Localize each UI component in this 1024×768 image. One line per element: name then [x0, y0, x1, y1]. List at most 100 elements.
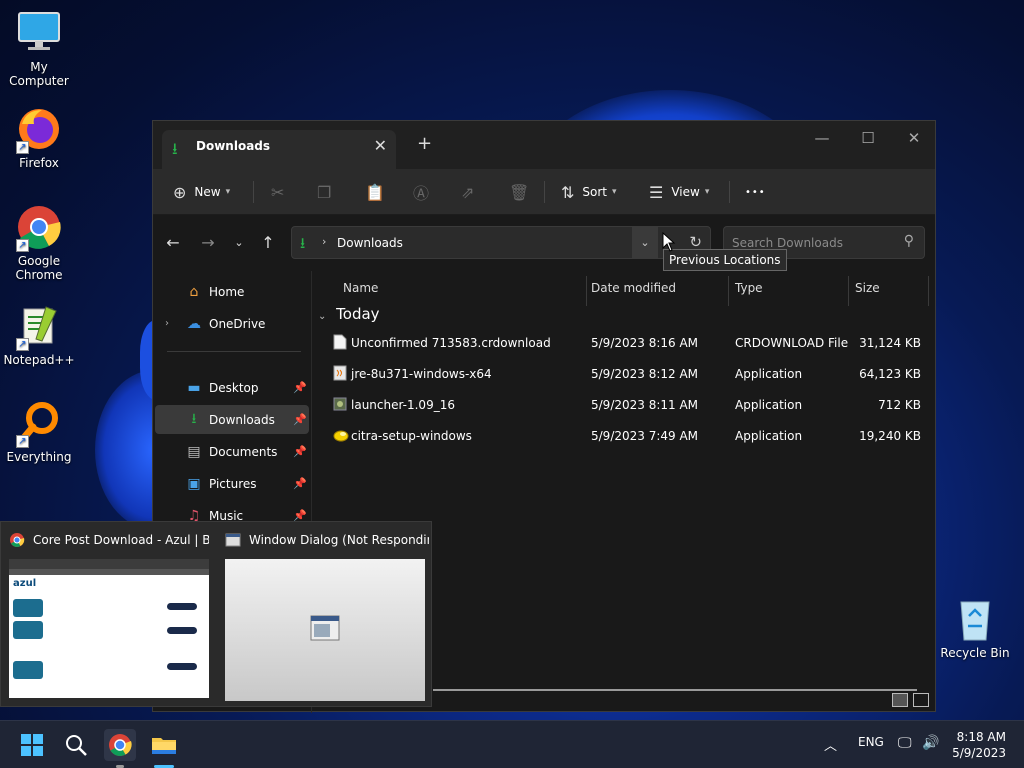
nav-label: Pictures [209, 476, 257, 491]
file-row[interactable]: Unconfirmed 713583.crdownload 5/9/2023 8… [313, 328, 935, 359]
download-arrow-icon: ⭳ [300, 234, 306, 252]
file-row[interactable]: jre-8u371-windows-x64 5/9/2023 8:12 AM A… [313, 359, 935, 390]
desktop-icon-notepadpp[interactable]: ↗ Notepad++ [0, 303, 78, 367]
desktop-icon-label: My Computer [9, 60, 69, 88]
collapse-chevron-icon: ⌄ [318, 311, 327, 322]
pin-icon[interactable]: 📌 [293, 413, 307, 426]
taskbar-chrome-button[interactable] [104, 729, 136, 761]
start-button[interactable] [16, 729, 48, 761]
chrome-window-thumbnail[interactable]: azul [9, 559, 209, 698]
chevron-down-icon: ▾ [225, 187, 231, 197]
new-label: New [194, 185, 221, 199]
network-icon[interactable]: 🖵 [898, 735, 912, 751]
file-date: 5/9/2023 8:11 AM [591, 398, 699, 412]
expand-chevron-icon[interactable]: › [165, 318, 179, 329]
delete-icon[interactable]: 🗑 [509, 179, 529, 205]
nav-item-desktop[interactable]: ▬ Desktop 📌 [155, 373, 309, 402]
file-name: Unconfirmed 713583.crdownload [351, 336, 551, 350]
shortcut-arrow-icon: ↗ [16, 239, 29, 252]
up-arrow-icon[interactable]: ↑ [258, 233, 278, 252]
sort-label: Sort [582, 185, 608, 199]
plus-circle-icon: ⊕ [173, 182, 187, 202]
nav-label: OneDrive [209, 316, 266, 331]
desktop-icon-recycle-bin[interactable]: Recycle Bin [940, 596, 1010, 660]
toolbar-divider [253, 181, 254, 203]
new-tab-button[interactable]: + [417, 133, 432, 154]
desktop-icon-chrome[interactable]: ↗ Google Chrome [0, 204, 78, 282]
column-header-type[interactable]: Type [729, 276, 849, 306]
details-view-icon[interactable] [892, 693, 908, 707]
nav-label: Home [209, 284, 245, 299]
taskbar-search-button[interactable] [60, 729, 92, 761]
nav-item-home[interactable]: ⌂ Home [155, 277, 309, 306]
documents-folder-icon: ▤ [187, 443, 201, 460]
rename-icon[interactable]: Ⓐ [413, 179, 429, 205]
horizontal-scrollbar[interactable] [433, 689, 917, 691]
breadcrumb-chevron-icon: › [322, 235, 327, 248]
column-header-name[interactable]: Name [337, 276, 587, 306]
close-tab-icon[interactable]: ✕ [374, 136, 387, 155]
view-lines-icon: ☰ [649, 182, 664, 202]
nav-item-pictures[interactable]: ▣ Pictures 📌 [155, 469, 309, 498]
everything-search-icon: ↗ [16, 400, 62, 448]
windows-logo-icon [21, 734, 43, 756]
new-button[interactable]: ⊕ New ▾ [173, 179, 230, 205]
toolbar-divider [729, 181, 730, 203]
file-row[interactable]: launcher-1.09_16 5/9/2023 8:11 AM Applic… [313, 390, 935, 421]
nav-item-downloads[interactable]: ⭳ Downloads 📌 [155, 405, 309, 434]
window-dialog-thumbnail[interactable] [225, 559, 425, 701]
system-clock[interactable]: 8:18 AM 5/9/2023 [952, 729, 1006, 761]
launcher-app-icon [333, 396, 347, 412]
sort-button[interactable]: ⇅ Sort ▾ [561, 179, 617, 205]
file-row[interactable]: citra-setup-windows 5/9/2023 7:49 AM App… [313, 421, 935, 452]
file-size: 31,124 KB [859, 336, 921, 350]
previous-locations-dropdown[interactable]: ⌄ [632, 227, 658, 258]
maximize-icon[interactable]: ☐ [853, 129, 883, 147]
shortcut-arrow-icon: ↗ [16, 141, 29, 154]
tab-title: Downloads [196, 139, 271, 153]
forward-arrow-icon[interactable]: → [198, 233, 218, 252]
pin-icon[interactable]: 📌 [293, 445, 307, 458]
file-type: Application [735, 367, 803, 381]
volume-icon[interactable]: 🔊 [922, 735, 939, 751]
column-header-date[interactable]: Date modified [585, 276, 729, 306]
java-installer-icon [333, 365, 347, 381]
address-bar[interactable]: ⭳ › Downloads ⌄ ↻ [291, 226, 711, 259]
file-name: jre-8u371-windows-x64 [351, 367, 492, 381]
cut-icon[interactable]: ✂ [271, 179, 284, 205]
breadcrumb-downloads[interactable]: Downloads [337, 236, 403, 250]
tiles-view-icon[interactable] [913, 693, 929, 707]
file-size: 19,240 KB [859, 429, 921, 443]
recent-chevron-icon[interactable]: ⌄ [229, 236, 249, 249]
close-window-icon[interactable]: ✕ [899, 129, 929, 147]
show-hidden-icons-chevron[interactable]: ︿ [824, 735, 837, 754]
desktop-icon-firefox[interactable]: ↗ Firefox [0, 106, 78, 170]
nav-item-onedrive[interactable]: › ☁ OneDrive [155, 309, 309, 338]
desktop-folder-icon: ▬ [187, 379, 201, 396]
paste-icon[interactable]: 📋 [365, 179, 385, 205]
share-icon[interactable]: ⇗ [461, 179, 474, 205]
search-icon: ⚲ [903, 233, 914, 249]
input-language[interactable]: ENG [858, 735, 884, 749]
clock-time: 8:18 AM [956, 730, 1006, 744]
pin-icon[interactable]: 📌 [293, 381, 307, 394]
shortcut-arrow-icon: ↗ [16, 435, 29, 448]
minimize-icon[interactable]: — [807, 129, 837, 147]
back-arrow-icon[interactable]: ← [163, 233, 183, 252]
desktop-icon-everything[interactable]: ↗ Everything [0, 400, 78, 464]
desktop-icon-my-computer[interactable]: My Computer [0, 10, 78, 88]
file-type: Application [735, 429, 803, 443]
column-header-size[interactable]: Size [849, 276, 929, 306]
pin-icon[interactable]: 📌 [293, 477, 307, 490]
tab-downloads[interactable]: ⭳ Downloads ✕ [162, 130, 396, 169]
taskbar-file-explorer-button[interactable] [148, 729, 180, 761]
thumb-azul-logo: azul [13, 578, 37, 589]
nav-divider [167, 351, 301, 352]
group-header-today[interactable]: ⌄ Today [318, 305, 380, 323]
more-options-button[interactable]: ••• [745, 179, 766, 205]
copy-icon[interactable]: ❐ [317, 179, 331, 205]
window-dialog-icon [310, 615, 340, 641]
nav-item-documents[interactable]: ▤ Documents 📌 [155, 437, 309, 466]
view-button[interactable]: ☰ View ▾ [649, 179, 709, 205]
toolbar-divider [544, 181, 545, 203]
